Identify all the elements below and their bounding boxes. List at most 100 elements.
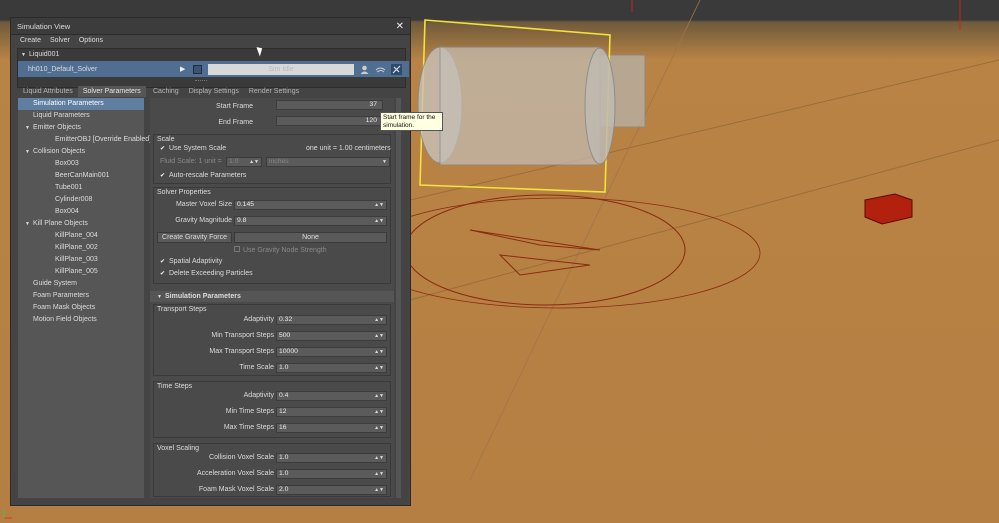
can-lid[interactable]: [584, 47, 616, 165]
solver-enable-checkbox[interactable]: [193, 64, 202, 74]
window-titlebar[interactable]: Simulation View ✕: [11, 18, 410, 35]
tree-item[interactable]: Guide System: [18, 278, 144, 290]
collapse-icon: ▼: [157, 294, 162, 300]
tree-item-label: Box004: [55, 208, 79, 215]
start-frame-field[interactable]: 37: [276, 100, 383, 110]
tab-solver-parameters[interactable]: Solver Parameters: [77, 86, 146, 97]
check-icon: ✔: [160, 259, 166, 265]
param-value: 1.0: [279, 364, 289, 371]
start-frame-tooltip: Start frame for the simulation.: [380, 112, 443, 131]
param-label: Adaptivity: [243, 316, 274, 323]
tree-item[interactable]: ▼ Collision Objects: [18, 146, 144, 158]
param-value: 0.32: [279, 316, 293, 323]
param-spinner[interactable]: 0.32 ▲▼: [276, 315, 387, 325]
param-spinner[interactable]: 1.0 ▲▼: [276, 469, 387, 479]
menu-create[interactable]: Create: [20, 37, 41, 44]
param-spinner[interactable]: 12 ▲▼: [276, 407, 387, 417]
menu-options[interactable]: Options: [79, 37, 103, 44]
tree-item-label: Simulation Parameters: [33, 100, 104, 107]
link-icon[interactable]: [391, 63, 402, 75]
liquid-item[interactable]: ▼ Liquid001: [21, 51, 59, 58]
kill-plane-outline: [469, 229, 601, 251]
can-body[interactable]: [439, 46, 601, 166]
red-box-object[interactable]: [864, 193, 913, 225]
param-spinner[interactable]: 16 ▲▼: [276, 423, 387, 433]
tree-item[interactable]: ▼ Kill Plane Objects: [18, 218, 144, 230]
tree-item[interactable]: BeerCanMain001: [18, 170, 144, 182]
tree-item[interactable]: KillPlane_004: [18, 230, 144, 242]
expand-down-icon[interactable]: ▼: [25, 122, 33, 134]
use-system-scale-checkbox[interactable]: ✔ Use System Scale: [160, 145, 226, 152]
param-value: 0.4: [279, 392, 289, 399]
use-gravity-strength-checkbox[interactable]: Use Gravity Node Strength: [234, 246, 327, 254]
gravity-node-picker[interactable]: None: [234, 232, 387, 243]
solver-properties-group: Solver Properties Master Voxel Size 0.14…: [153, 187, 391, 284]
tree-item[interactable]: Cylinder008: [18, 194, 144, 206]
expand-down-icon[interactable]: ▼: [25, 218, 33, 230]
tree-item[interactable]: Foam Mask Objects: [18, 302, 144, 314]
param-spinner[interactable]: 2.0 ▲▼: [276, 485, 387, 495]
fluid-scale-label: Fluid Scale: 1 unit =: [160, 158, 222, 165]
solver-row[interactable]: hh010_Default_Solver ▶ Sim Idle: [18, 61, 409, 77]
expand-down-icon[interactable]: ▼: [25, 146, 33, 158]
check-icon: ✔: [160, 173, 166, 179]
tab-display-settings[interactable]: Display Settings: [184, 86, 244, 97]
checkbox-icon: [234, 246, 240, 252]
sim-progress-bar: Sim Idle: [208, 63, 354, 75]
scale-group: Scale ✔ Use System Scale one unit = 1.00 …: [153, 134, 391, 184]
end-frame-label: End Frame: [218, 118, 253, 126]
use-gravity-strength-label: Use Gravity Node Strength: [243, 247, 327, 254]
tree-item[interactable]: ▼ Emitter Objects: [18, 122, 144, 134]
tab-liquid-attributes[interactable]: Liquid Attributes: [18, 86, 78, 97]
param-spinner[interactable]: 0.4 ▲▼: [276, 391, 387, 401]
tree-item-label: KillPlane_003: [55, 256, 98, 263]
spinner-icon: ▲▼: [374, 425, 384, 431]
param-spinner[interactable]: 500 ▲▼: [276, 331, 387, 341]
fluid-scale-field[interactable]: 1.0 ▲▼: [226, 157, 262, 167]
tab-caching[interactable]: Caching: [148, 86, 184, 97]
tree-item[interactable]: Box003: [18, 158, 144, 170]
settings-panel: Start Frame 37 End Frame 120 Scale ✔ Use …: [150, 98, 394, 498]
tree-item[interactable]: Simulation Parameters: [18, 98, 144, 110]
panel-scrollbar[interactable]: [396, 98, 401, 498]
gravity-magnitude-field[interactable]: 9.8 ▲▼: [234, 216, 387, 226]
end-frame-field[interactable]: 120: [276, 116, 383, 126]
param-spinner[interactable]: 1.0 ▲▼: [276, 453, 387, 463]
param-spinner[interactable]: 10000 ▲▼: [276, 347, 387, 357]
param-spinner[interactable]: 1.0 ▲▼: [276, 363, 387, 373]
tree-item[interactable]: EmitterOBJ [Override Enabled]: [18, 134, 151, 146]
simulation-parameters-section[interactable]: ▼ Simulation Parameters: [150, 291, 394, 302]
expand-down-icon[interactable]: ▼: [21, 52, 29, 58]
tree-item[interactable]: Box004: [18, 206, 144, 218]
param-label: Acceleration Voxel Scale: [196, 470, 274, 477]
voxel-size-field[interactable]: 0.145 ▲▼: [234, 200, 387, 210]
param-label: Min Time Steps: [225, 408, 274, 415]
chevron-down-icon: ▼: [382, 159, 387, 165]
menu-solver[interactable]: Solver: [50, 37, 70, 44]
spatial-adaptivity-checkbox[interactable]: ✔ Spatial Adaptivity: [160, 258, 222, 265]
param-label: Max Transport Steps: [209, 348, 274, 355]
tree-item-label: Box003: [55, 160, 79, 167]
tree-item[interactable]: KillPlane_002: [18, 242, 144, 254]
tree-item[interactable]: Motion Field Objects: [18, 314, 144, 326]
fluid-scale-units-select[interactable]: inches ▼: [266, 157, 390, 167]
liquid-list: ▼ Liquid001 hh010_Default_Solver ▶ Sim Id…: [17, 48, 409, 88]
scrollbar-thumb[interactable]: [396, 98, 401, 498]
tree-item[interactable]: Tube001: [18, 182, 144, 194]
tree-item[interactable]: Liquid Parameters: [18, 110, 144, 122]
check-icon: ✔: [160, 146, 166, 152]
close-icon[interactable]: ✕: [396, 21, 404, 32]
create-gravity-force-button[interactable]: Create Gravity Force: [157, 232, 232, 243]
tab-render-settings[interactable]: Render Settings: [244, 86, 304, 97]
swirl-icon[interactable]: [375, 64, 386, 75]
gravity-magnitude-label: Gravity Magnitude: [175, 217, 232, 224]
panel-splitter[interactable]: [195, 80, 207, 83]
tree-item[interactable]: KillPlane_003: [18, 254, 144, 266]
auto-rescale-checkbox[interactable]: ✔ Auto-rescale Parameters: [160, 172, 246, 179]
right-tabs: Caching Display Settings Render Settings: [148, 86, 408, 97]
tree-item[interactable]: Foam Parameters: [18, 290, 144, 302]
delete-exceeding-checkbox[interactable]: ✔ Delete Exceeding Particles: [160, 270, 253, 277]
tree-item[interactable]: KillPlane_005: [18, 266, 144, 278]
user-icon[interactable]: [359, 64, 370, 75]
play-icon[interactable]: ▶: [180, 65, 188, 73]
